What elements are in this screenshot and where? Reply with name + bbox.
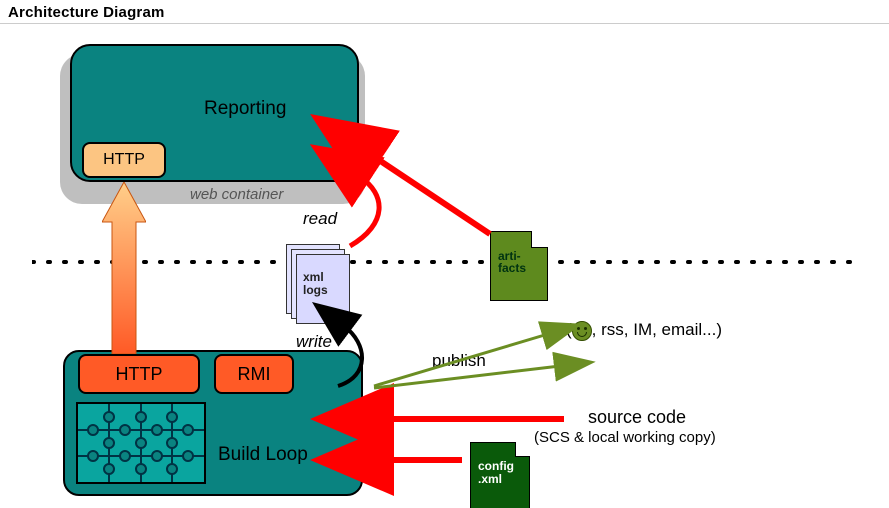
publish-label: publish [432, 351, 486, 371]
reporting-label: Reporting [204, 98, 286, 120]
build-loop-label: Build Loop [218, 444, 308, 466]
plugins-puzzle-icon [76, 402, 206, 484]
web-container-label: web container [190, 186, 283, 203]
http-connector-top: HTTP [82, 142, 166, 178]
rmi-connector: RMI [214, 354, 294, 394]
source-code-label: source code [588, 407, 686, 428]
artifacts-label: arti- facts [498, 250, 526, 274]
broadcast-targets-label: (, rss, IM, email...) [566, 320, 722, 341]
page-title: Architecture Diagram [0, 0, 889, 24]
separator-dotted [32, 252, 863, 254]
source-code-sublabel: (SCS & local working copy) [534, 429, 716, 446]
config-xml-label: config .xml [478, 460, 514, 486]
http-connector-bottom: HTTP [78, 354, 200, 394]
arrow-artifacts-to-reporting [370, 154, 490, 234]
diagram-canvas: web container Reporting HTTP HTTP RMI Bu… [0, 24, 889, 508]
xml-logs-label: xml logs [303, 271, 328, 297]
write-label: write [296, 332, 332, 352]
read-label: read [303, 209, 337, 229]
smiley-icon [572, 321, 592, 341]
arrow-build-to-reporting [102, 182, 146, 354]
